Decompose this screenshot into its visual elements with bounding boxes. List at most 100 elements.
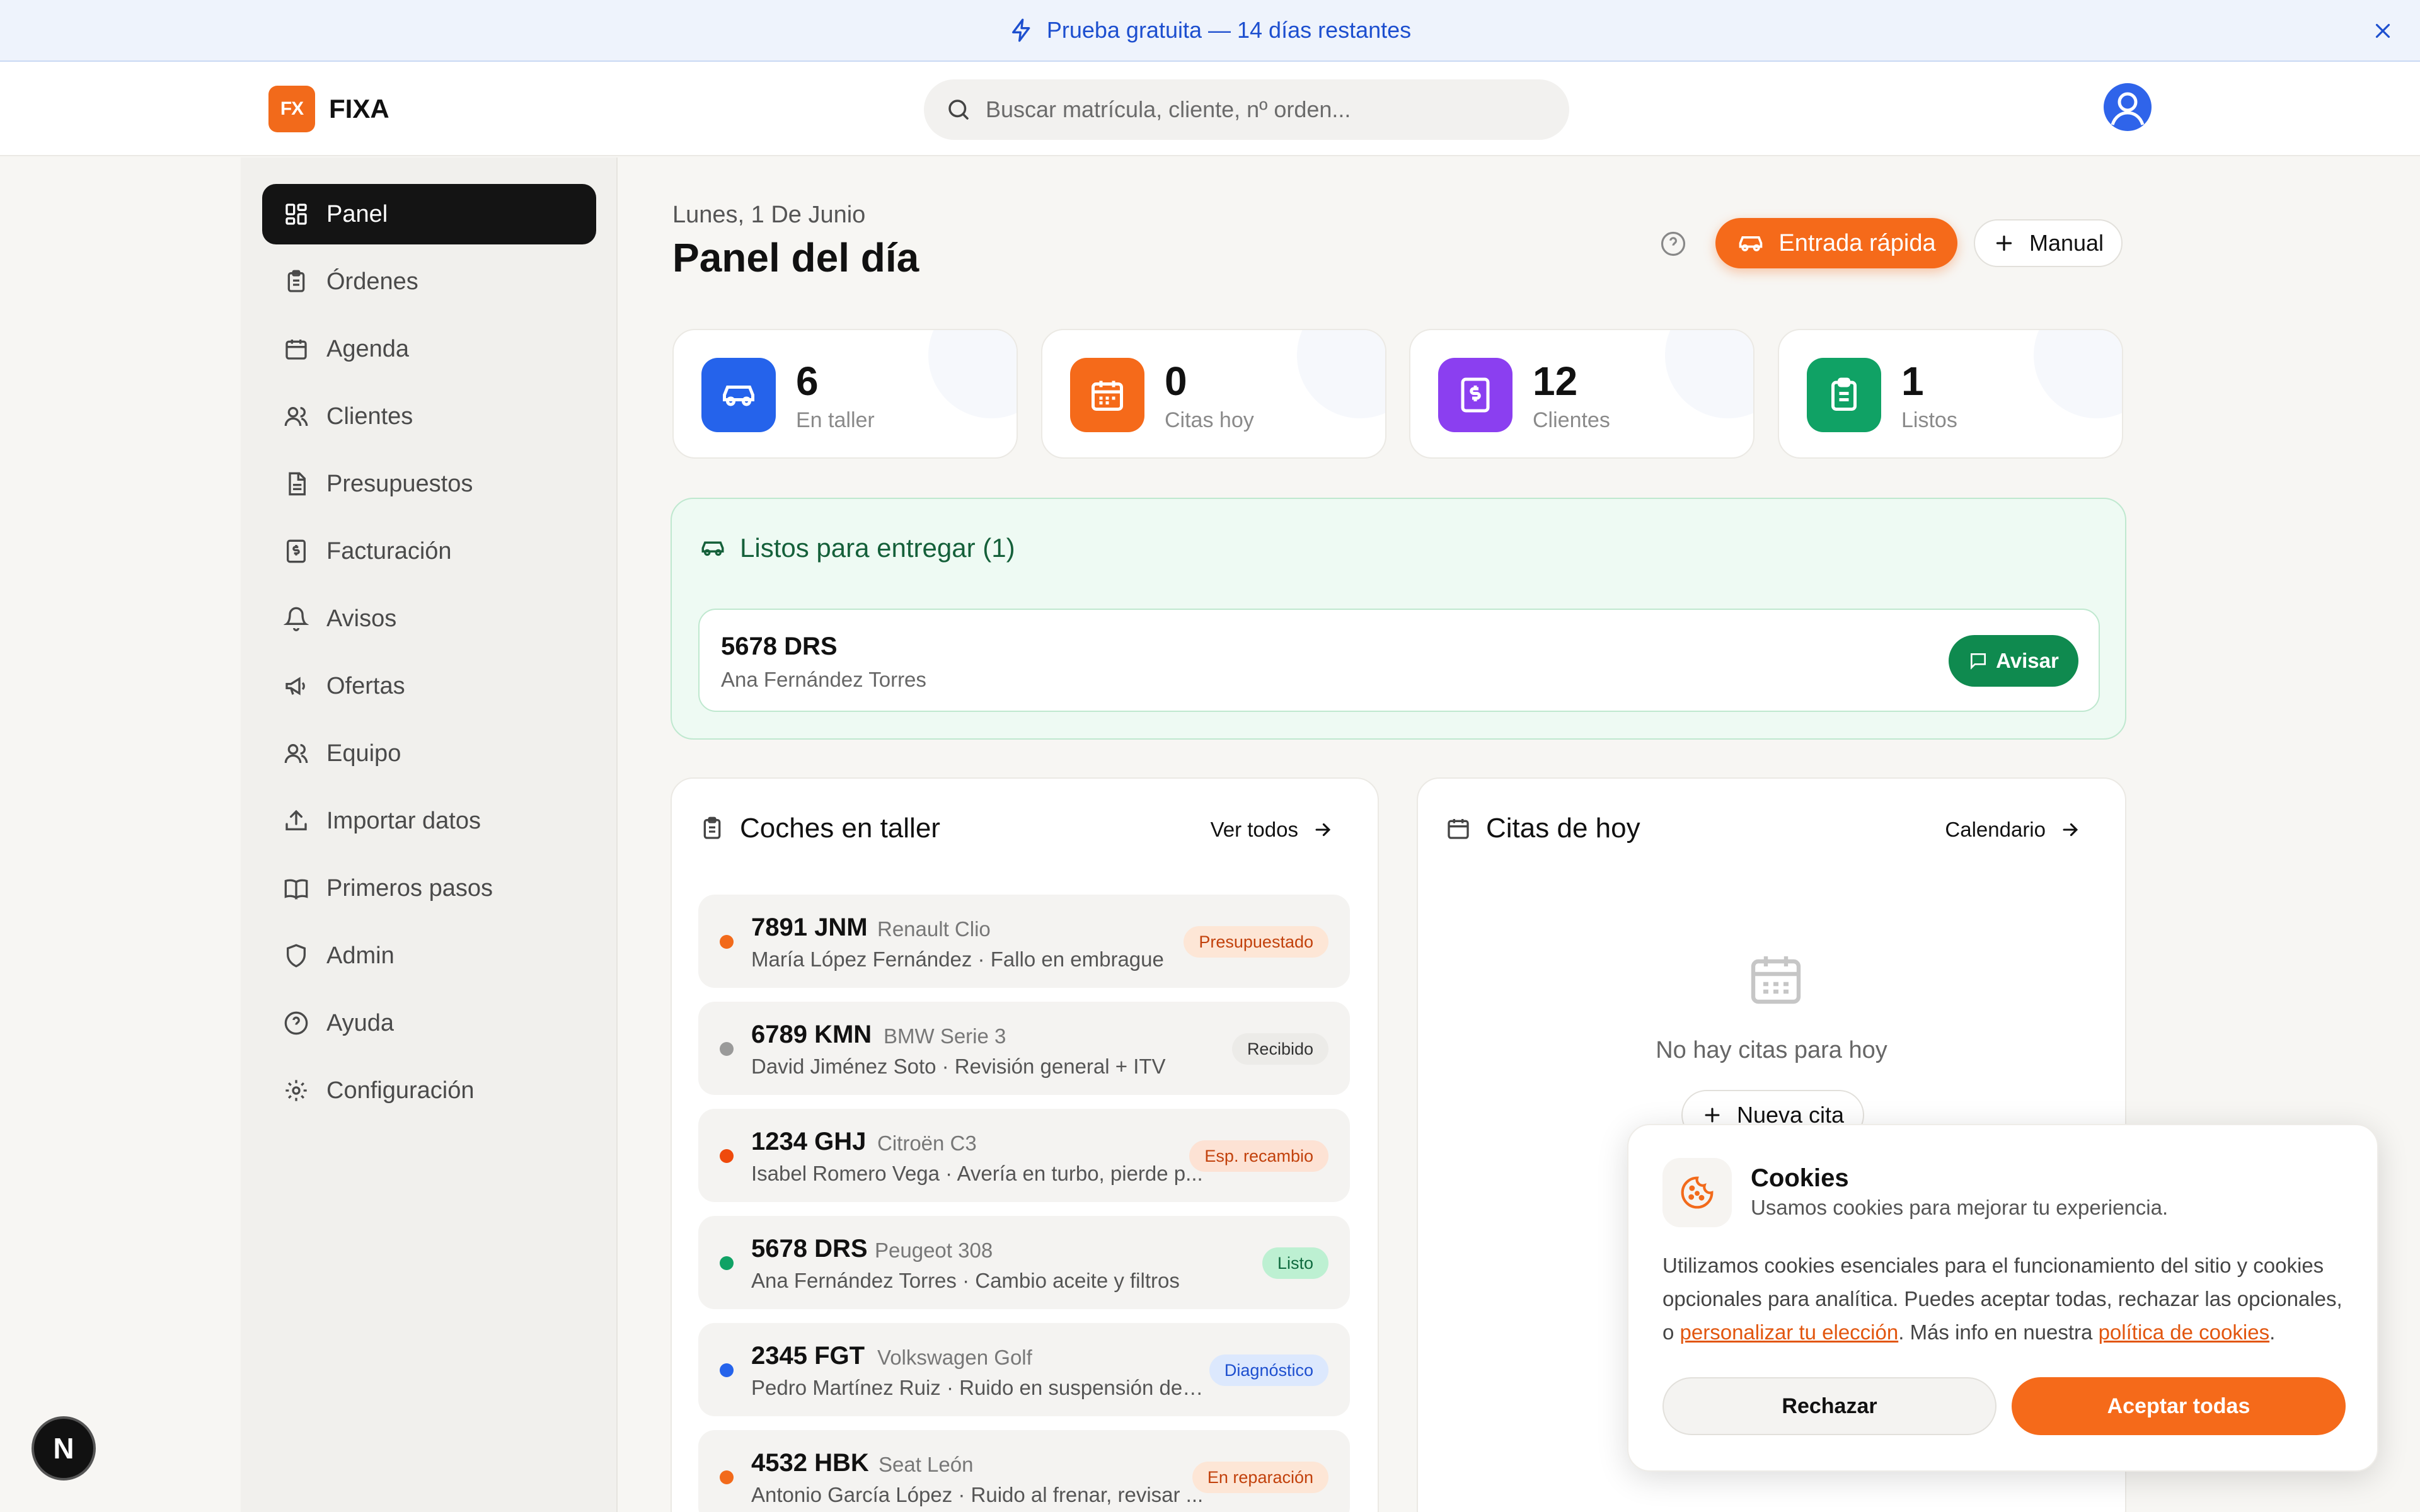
clipboard-icon [700, 816, 725, 841]
invoice-icon [1438, 358, 1512, 432]
calendar-link-label: Calendario [1945, 818, 2046, 841]
row-plate: 2345 FGT [751, 1342, 865, 1370]
quick-entry-label: Entrada rápida [1778, 229, 1936, 256]
sidebar-item-ofertas[interactable]: Ofertas [262, 656, 596, 716]
trial-banner-text: Prueba gratuita — 14 días restantes [1046, 17, 1412, 43]
logo-text: FIXA [329, 94, 389, 123]
row-plate: 5678 DRS [751, 1235, 868, 1263]
calendar-link[interactable]: Calendario [1945, 818, 2081, 842]
notify-button[interactable]: Avisar [1949, 635, 2078, 687]
search-bar[interactable] [924, 79, 1569, 140]
row-model: Peugeot 308 [875, 1239, 993, 1262]
workshop-row[interactable]: 6789 KMN BMW Serie 3 David Jiménez Soto … [698, 1002, 1350, 1095]
calendar-icon [284, 336, 309, 362]
workshop-row[interactable]: 7891 JNM Renault Clio María López Fernán… [698, 895, 1350, 988]
stat-card-listos[interactable]: 1 Listos [1778, 329, 2123, 459]
clipboard-icon [284, 269, 309, 294]
sidebar-item-agenda[interactable]: Agenda [262, 319, 596, 379]
status-badge: Recibido [1231, 1033, 1328, 1065]
sidebar-item-importar[interactable]: Importar datos [262, 791, 596, 851]
row-subtitle: Antonio García López · Ruido al frenar, … [751, 1483, 1204, 1506]
grid-icon [284, 202, 309, 227]
dev-tools-button[interactable]: N [32, 1416, 96, 1480]
cookie-dialog: Cookies Usamos cookies para mejorar tu e… [1627, 1124, 2378, 1472]
stat-card-citas-hoy[interactable]: 0 Citas hoy [1041, 329, 1386, 459]
help-icon[interactable] [1660, 231, 1686, 257]
sidebar-item-facturacion[interactable]: Facturación [262, 521, 596, 581]
status-badge: Listo [1262, 1247, 1328, 1279]
team-icon [284, 741, 309, 766]
stat-value: 1 [1901, 358, 1924, 404]
customize-link[interactable]: personalizar tu elección [1680, 1320, 1899, 1344]
ready-to-deliver-panel: Listos para entregar (1) 5678 DRS Ana Fe… [671, 498, 2126, 740]
sidebar-item-label: Clientes [326, 403, 413, 430]
plus-icon [1702, 1104, 1723, 1126]
help-icon [284, 1011, 309, 1036]
invoice-icon [284, 539, 309, 564]
sidebar-item-avisos[interactable]: Avisos [262, 588, 596, 649]
cookie-title: Cookies [1751, 1164, 1849, 1192]
calendar-empty-icon [1746, 949, 1806, 1009]
sidebar-item-configuracion[interactable]: Configuración [262, 1060, 596, 1121]
calendar-icon [1070, 358, 1144, 432]
workshop-row[interactable]: 5678 DRS Peugeot 308 Ana Fernández Torre… [698, 1216, 1350, 1309]
logo[interactable]: FX FIXA [268, 86, 389, 132]
card-decoration [928, 330, 1017, 418]
row-plate: 4532 HBK [751, 1449, 869, 1477]
view-all-link[interactable]: Ver todos [1211, 818, 1334, 842]
sidebar-item-label: Facturación [326, 537, 452, 564]
stat-card-clientes[interactable]: 12 Clientes [1409, 329, 1754, 459]
sidebar-item-label: Agenda [326, 335, 410, 362]
stat-value: 6 [796, 358, 819, 404]
arrow-right-icon [1312, 819, 1334, 840]
cookie-body-text: . [2269, 1320, 2276, 1344]
sidebar-item-equipo[interactable]: Equipo [262, 723, 596, 784]
search-input[interactable] [986, 96, 1540, 123]
stat-card-en-taller[interactable]: 6 En taller [672, 329, 1018, 459]
manual-button[interactable]: Manual [1974, 219, 2123, 267]
row-model: Seat León [879, 1453, 974, 1476]
quick-entry-button[interactable]: Entrada rápida [1715, 218, 1957, 268]
bell-icon [284, 606, 309, 631]
workshop-title: Coches en taller [740, 813, 940, 844]
view-all-label: Ver todos [1210, 818, 1298, 841]
trial-banner: Prueba gratuita — 14 días restantes [0, 0, 2420, 62]
avatar[interactable] [2104, 83, 2152, 131]
accept-cookies-button[interactable]: Aceptar todas [2012, 1377, 2346, 1435]
sidebar-item-clientes[interactable]: Clientes [262, 386, 596, 447]
stat-value: 12 [1533, 358, 1578, 404]
cookie-body-text: . Más info en nuestra [1898, 1320, 2099, 1344]
bolt-icon [1009, 18, 1034, 43]
sidebar-item-label: Importar datos [326, 807, 481, 834]
document-icon [284, 471, 309, 496]
close-icon[interactable] [2371, 19, 2395, 43]
sidebar-item-label: Ayuda [326, 1009, 395, 1036]
car-icon [1737, 229, 1765, 257]
row-model: Citroën C3 [877, 1131, 977, 1155]
arrow-right-icon [2060, 819, 2081, 840]
row-subtitle: Ana Fernández Torres · Cambio aceite y f… [751, 1269, 1180, 1292]
sidebar-item-ordenes[interactable]: Órdenes [262, 251, 596, 312]
sidebar-item-label: Avisos [326, 605, 397, 632]
sidebar-item-primeros-pasos[interactable]: Primeros pasos [262, 858, 596, 919]
ready-item[interactable]: 5678 DRS Ana Fernández Torres Avisar [698, 609, 2100, 712]
workshop-row[interactable]: 1234 GHJ Citroën C3 Isabel Romero Vega ·… [698, 1109, 1350, 1202]
sidebar-item-presupuestos[interactable]: Presupuestos [262, 454, 596, 514]
sidebar-item-admin[interactable]: Admin [262, 925, 596, 986]
workshop-row[interactable]: 2345 FGT Volkswagen Golf Pedro Martínez … [698, 1323, 1350, 1416]
cookie-policy-link[interactable]: política de cookies [2099, 1320, 2270, 1344]
status-dot [720, 1042, 734, 1056]
car-icon [701, 358, 776, 432]
search-icon [945, 96, 972, 123]
sidebar-item-ayuda[interactable]: Ayuda [262, 993, 596, 1053]
appointments-title: Citas de hoy [1486, 813, 1640, 844]
appointments-header: Citas de hoy [1446, 813, 1640, 844]
sidebar-item-panel[interactable]: Panel [262, 184, 596, 244]
status-dot [720, 1470, 734, 1484]
logo-mark: FX [268, 86, 315, 132]
reject-cookies-button[interactable]: Rechazar [1662, 1377, 1997, 1435]
workshop-row[interactable]: 4532 HBK Seat León Antonio García López … [698, 1430, 1350, 1512]
stat-label: Listos [1901, 408, 1957, 432]
plus-icon [1993, 232, 2015, 255]
status-dot [720, 1149, 734, 1163]
